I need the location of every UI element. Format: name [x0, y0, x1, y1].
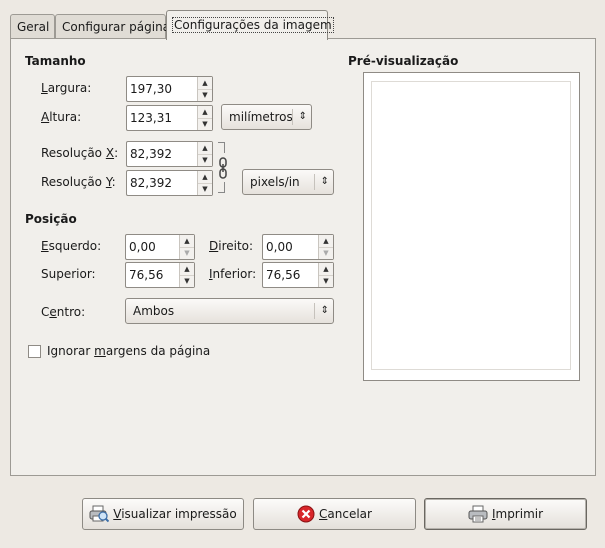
chain-bracket-bottom	[218, 182, 225, 193]
height-decrement[interactable]: ▼	[198, 118, 212, 130]
res-x-label: Resolução X:	[41, 146, 119, 160]
ignore-margins-checkbox[interactable]	[28, 345, 41, 358]
res-x-value: 82,392	[130, 147, 172, 161]
right-margin-decrement[interactable]: ▼	[319, 247, 333, 259]
center-select[interactable]: Ambos ⇕	[125, 298, 334, 324]
preview-area	[363, 72, 580, 381]
top-margin-spin[interactable]: 76,56 ▲ ▼	[125, 262, 195, 288]
width-label: Largura:	[41, 81, 92, 95]
width-spin[interactable]: 197,30 ▲ ▼	[126, 76, 213, 102]
res-x-spin[interactable]: 82,392 ▲ ▼	[126, 141, 213, 167]
res-y-value: 82,392	[130, 176, 172, 190]
chain-bracket-top	[218, 142, 225, 153]
size-unit-select[interactable]: milímetros ⇕	[221, 104, 312, 130]
left-margin-label: Esquerdo:	[41, 239, 102, 253]
width-value: 197,30	[130, 82, 172, 96]
bottom-margin-decrement[interactable]: ▼	[319, 275, 333, 287]
chain-link-icon[interactable]	[218, 157, 228, 179]
bottom-margin-spin[interactable]: 76,56 ▲ ▼	[262, 262, 334, 288]
center-value: Ambos	[133, 304, 175, 318]
position-heading: Posição	[25, 212, 77, 226]
right-margin-value: 0,00	[266, 240, 293, 254]
chevron-updown-icon: ⇕	[314, 303, 329, 319]
chevron-updown-icon: ⇕	[314, 174, 329, 190]
res-y-label: Resolução Y:	[41, 175, 116, 189]
res-x-decrement[interactable]: ▼	[198, 154, 212, 166]
center-label: Centro:	[41, 305, 86, 319]
panel-content: Tamanho Largura: 197,30 ▲ ▼ Altura: 123,3…	[0, 0, 605, 548]
bottom-margin-value: 76,56	[266, 268, 301, 282]
top-margin-value: 76,56	[129, 268, 164, 282]
left-margin-spin[interactable]: 0,00 ▲ ▼	[125, 234, 195, 260]
left-margin-value: 0,00	[129, 240, 156, 254]
chevron-updown-icon: ⇕	[292, 109, 307, 125]
resolution-unit-value: pixels/in	[250, 175, 300, 189]
size-unit-value: milímetros	[229, 110, 293, 124]
bottom-margin-label: Inferior:	[209, 267, 257, 281]
left-margin-decrement[interactable]: ▼	[180, 247, 194, 259]
top-margin-label: Superior:	[41, 267, 96, 281]
width-decrement[interactable]: ▼	[198, 89, 212, 101]
resolution-unit-select[interactable]: pixels/in ⇕	[242, 169, 334, 195]
preview-page	[371, 81, 571, 370]
preview-heading: Pré-visualização	[348, 54, 459, 68]
height-value: 123,31	[130, 111, 172, 125]
right-margin-spin[interactable]: 0,00 ▲ ▼	[262, 234, 334, 260]
ignore-margins-label[interactable]: Ignorar margens da página	[47, 344, 210, 358]
size-heading: Tamanho	[25, 54, 86, 68]
height-spin[interactable]: 123,31 ▲ ▼	[126, 105, 213, 131]
right-margin-label: Direito:	[209, 239, 254, 253]
top-margin-decrement[interactable]: ▼	[180, 275, 194, 287]
res-y-spin[interactable]: 82,392 ▲ ▼	[126, 170, 213, 196]
res-y-decrement[interactable]: ▼	[198, 183, 212, 195]
height-label: Altura:	[41, 110, 82, 124]
